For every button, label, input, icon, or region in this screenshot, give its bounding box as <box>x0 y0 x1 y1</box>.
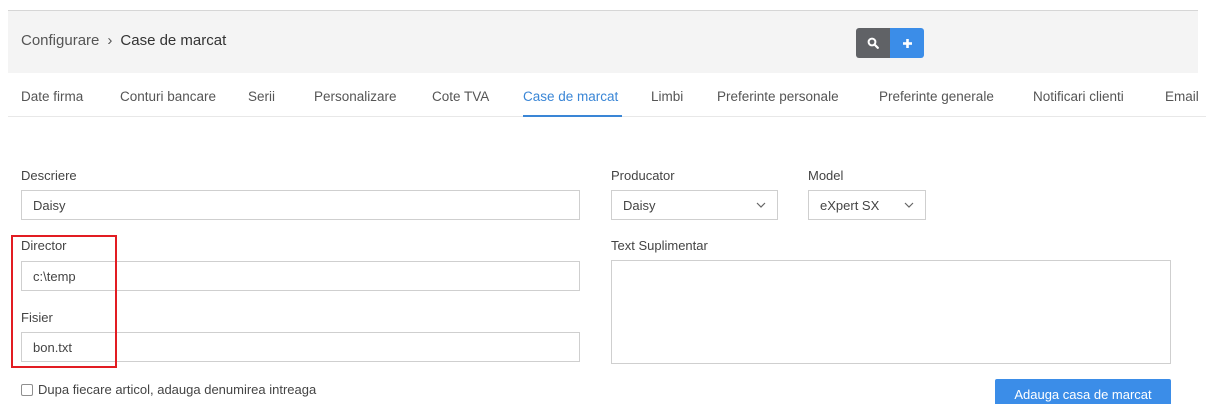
producator-label: Producator <box>611 168 675 183</box>
active-tab-indicator <box>523 115 622 117</box>
tab-preferinte-generale[interactable]: Preferinte generale <box>879 89 994 104</box>
highlight-box <box>11 235 117 368</box>
page-header: Configurare › Case de marcat <box>8 11 1198 73</box>
chevron-down-icon <box>904 200 914 210</box>
breadcrumb-current: Case de marcat <box>120 32 227 49</box>
tab-date-firma[interactable]: Date firma <box>21 89 83 104</box>
producator-select[interactable]: Daisy <box>611 190 778 220</box>
tab-notificari-clienti[interactable]: Notificari clienti <box>1033 89 1124 104</box>
full-name-option[interactable]: Dupa fiecare articol, adauga denumirea i… <box>21 382 316 397</box>
tab-cote-tva[interactable]: Cote TVA <box>432 89 489 104</box>
model-value: eXpert SX <box>820 197 880 213</box>
breadcrumb-root[interactable]: Configurare <box>21 32 99 49</box>
full-name-checkbox-label: Dupa fiecare articol, adauga denumirea i… <box>38 382 317 397</box>
tab-email[interactable]: Email <box>1165 89 1199 104</box>
descriere-label: Descriere <box>21 168 77 183</box>
add-button[interactable] <box>890 28 924 58</box>
tab-personalizare[interactable]: Personalizare <box>314 89 397 104</box>
breadcrumb: Configurare › Case de marcat <box>21 32 226 49</box>
settings-tabs: Date firma Conturi bancare Serii Persona… <box>8 80 1206 117</box>
tab-serii[interactable]: Serii <box>248 89 275 104</box>
search-button[interactable] <box>856 28 890 58</box>
producator-value: Daisy <box>623 197 656 213</box>
descriere-input[interactable]: Daisy <box>21 190 580 220</box>
tab-conturi-bancare[interactable]: Conturi bancare <box>120 89 216 104</box>
model-select[interactable]: eXpert SX <box>808 190 926 220</box>
model-label: Model <box>808 168 844 183</box>
tab-case-de-marcat[interactable]: Case de marcat <box>523 89 618 104</box>
add-cash-register-button[interactable]: Adauga casa de marcat <box>995 379 1171 404</box>
chevron-down-icon <box>756 200 766 210</box>
tab-limbi[interactable]: Limbi <box>651 89 683 104</box>
header-actions <box>856 28 924 58</box>
text-suplimentar-label: Text Suplimentar <box>611 238 708 253</box>
full-name-checkbox[interactable] <box>21 383 33 396</box>
search-icon <box>867 37 879 49</box>
tab-preferinte-personale[interactable]: Preferinte personale <box>717 89 839 104</box>
breadcrumb-separator: › <box>107 32 113 49</box>
text-suplimentar-textarea[interactable] <box>611 260 1171 364</box>
plus-icon <box>902 38 912 48</box>
